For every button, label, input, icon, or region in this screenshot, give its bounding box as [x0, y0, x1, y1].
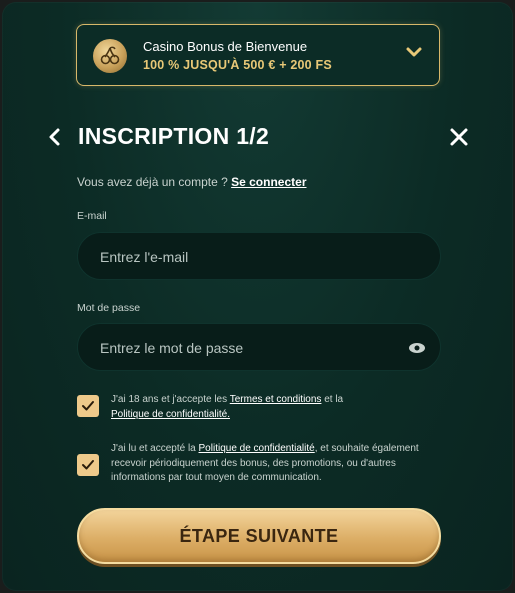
welcome-bonus-banner[interactable]: Casino Bonus de Bienvenue 100 % JUSQU'À … [76, 24, 440, 86]
login-link[interactable]: Se connecter [231, 175, 306, 189]
chevron-left-icon[interactable] [48, 127, 62, 152]
chevron-down-icon[interactable] [405, 45, 423, 64]
terms-checkbox[interactable] [77, 395, 99, 417]
registration-modal: Casino Bonus de Bienvenue 100 % JUSQU'À … [2, 2, 513, 591]
marketing-checkbox[interactable] [77, 454, 99, 476]
bonus-offer: 100 % JUSQU'À 500 € + 200 FS [143, 58, 332, 72]
email-label: E-mail [77, 210, 107, 222]
login-prompt: Vous avez déjà un compte ? Se connecter [77, 175, 307, 189]
bonus-title: Casino Bonus de Bienvenue [143, 39, 308, 54]
close-icon[interactable] [449, 127, 469, 152]
privacy-link[interactable]: Politique de confidentialité. [111, 409, 230, 420]
password-label: Mot de passe [77, 302, 141, 314]
marketing-privacy-link[interactable]: Politique de confidentialité [199, 443, 315, 454]
password-field-wrapper [77, 323, 441, 372]
email-field[interactable] [98, 233, 402, 281]
next-step-button[interactable]: ÉTAPE SUIVANTE [77, 508, 441, 564]
eye-icon[interactable] [408, 341, 426, 359]
terms-text-2: et la [321, 394, 344, 405]
password-field[interactable] [98, 324, 402, 372]
cherry-icon [93, 39, 127, 73]
terms-consent-text: J'ai 18 ans et j'accepte les Termes et c… [111, 393, 446, 422]
email-field-wrapper [77, 232, 441, 281]
login-prompt-text: Vous avez déjà un compte ? [77, 175, 228, 189]
marketing-consent-text: J'ai lu et accepté la Politique de confi… [111, 442, 446, 486]
terms-link[interactable]: Termes et conditions [230, 394, 322, 405]
terms-text-1: J'ai 18 ans et j'accepte les [111, 394, 230, 405]
page-title: INSCRIPTION 1/2 [78, 123, 270, 149]
marketing-text-1: J'ai lu et accepté la [111, 443, 199, 454]
